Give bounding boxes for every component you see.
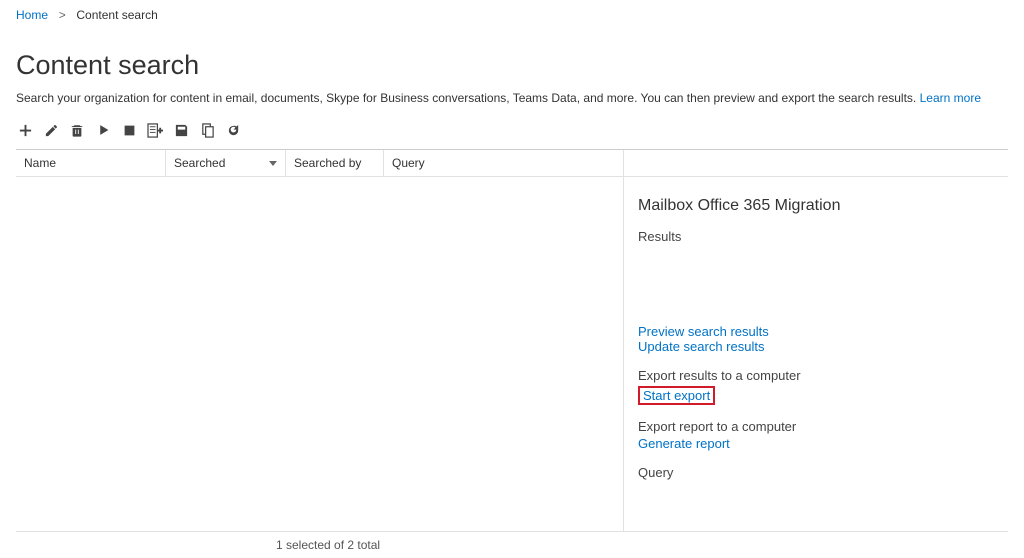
copy-icon[interactable] [198,121,216,139]
start-export-link[interactable]: Start export [643,388,710,403]
list-new-icon[interactable] [146,121,164,139]
grid-header: Name Searched Searched by Query [16,149,1008,177]
toolbar [16,119,1008,149]
save-icon[interactable] [172,121,190,139]
start-export-highlight: Start export [638,386,715,405]
column-searched-by-label: Searched by [294,156,361,170]
details-query-label: Query [638,465,994,480]
delete-icon[interactable] [68,121,86,139]
column-searched[interactable]: Searched [166,150,286,176]
stop-icon[interactable] [120,121,138,139]
results-list[interactable] [16,177,624,531]
details-pane: Mailbox Office 365 Migration Results Pre… [624,177,1008,531]
breadcrumb-home[interactable]: Home [16,8,48,22]
breadcrumb-current: Content search [76,8,157,22]
update-search-results-link[interactable]: Update search results [638,339,994,354]
column-searched-label: Searched [174,156,225,170]
column-spacer [624,150,1008,176]
preview-search-results-link[interactable]: Preview search results [638,324,994,339]
description-text: Search your organization for content in … [16,91,916,105]
status-bar: 1 selected of 2 total [16,532,1008,558]
edit-icon[interactable] [42,121,60,139]
learn-more-link[interactable]: Learn more [920,91,981,105]
column-name[interactable]: Name [16,150,166,176]
generate-report-link[interactable]: Generate report [638,436,994,451]
column-query[interactable]: Query [384,150,624,176]
column-query-label: Query [392,156,425,170]
export-results-label: Export results to a computer [638,368,994,383]
sort-desc-icon [269,161,277,166]
refresh-icon[interactable] [224,121,242,139]
add-icon[interactable] [16,121,34,139]
breadcrumb: Home > Content search [16,8,1008,22]
page-title: Content search [16,50,1008,81]
column-name-label: Name [24,156,56,170]
export-report-label: Export report to a computer [638,419,994,434]
column-searched-by[interactable]: Searched by [286,150,384,176]
details-results-label: Results [638,229,994,244]
details-title: Mailbox Office 365 Migration [638,197,994,215]
grid-body: Mailbox Office 365 Migration Results Pre… [16,177,1008,532]
breadcrumb-separator: > [55,8,69,22]
page-description: Search your organization for content in … [16,91,1008,105]
play-icon[interactable] [94,121,112,139]
